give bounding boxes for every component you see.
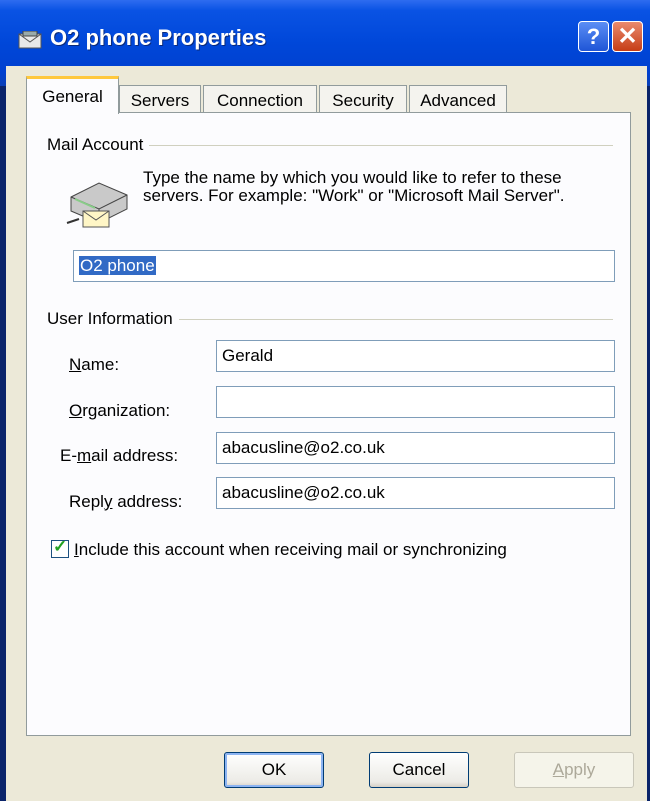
- close-button[interactable]: ✕: [612, 21, 643, 52]
- mail-account-description: Type the name by which you would like to…: [143, 168, 565, 205]
- tab-advanced[interactable]: Advanced: [409, 85, 507, 115]
- envelope-icon: [18, 31, 42, 49]
- help-button[interactable]: ?: [578, 21, 609, 52]
- tab-security[interactable]: Security: [319, 85, 407, 115]
- cancel-button[interactable]: Cancel: [369, 752, 469, 788]
- include-account-label[interactable]: Include this account when receiving mail…: [74, 540, 507, 560]
- dialog-client: General Servers Connection Security Adva…: [6, 66, 647, 801]
- ok-button[interactable]: OK: [224, 752, 324, 788]
- tab-servers[interactable]: Servers: [119, 85, 201, 115]
- organization-field[interactable]: [216, 386, 615, 418]
- email-address-label: E-mail address:: [60, 446, 179, 465]
- mail-server-icon: [66, 182, 128, 228]
- general-tab-panel: Mail Account Type the name by which you …: [26, 112, 631, 736]
- account-name-selected-text: O2 phone: [79, 256, 156, 275]
- name-label: Name:: [69, 355, 120, 374]
- tab-general[interactable]: General: [26, 76, 119, 114]
- window-title: O2 phone Properties: [50, 25, 267, 50]
- reply-address-label: Reply address:: [69, 492, 183, 511]
- mail-account-group-label: Mail Account: [47, 135, 150, 155]
- properties-window: O2 phone Properties ? ✕ General Servers …: [0, 0, 650, 801]
- tab-connection[interactable]: Connection: [203, 85, 317, 115]
- organization-label: Organization:: [69, 401, 171, 420]
- include-account-checkbox[interactable]: ✓: [51, 537, 69, 558]
- checkmark-icon: ✓: [53, 537, 68, 556]
- reply-address-field[interactable]: abacusline@o2.co.uk: [216, 477, 615, 509]
- user-info-group-label: User Information: [47, 309, 179, 329]
- email-address-field[interactable]: abacusline@o2.co.uk: [216, 432, 615, 464]
- apply-button[interactable]: Apply: [514, 752, 634, 788]
- account-name-input[interactable]: O2 phone: [73, 250, 615, 282]
- name-field[interactable]: Gerald: [216, 340, 615, 372]
